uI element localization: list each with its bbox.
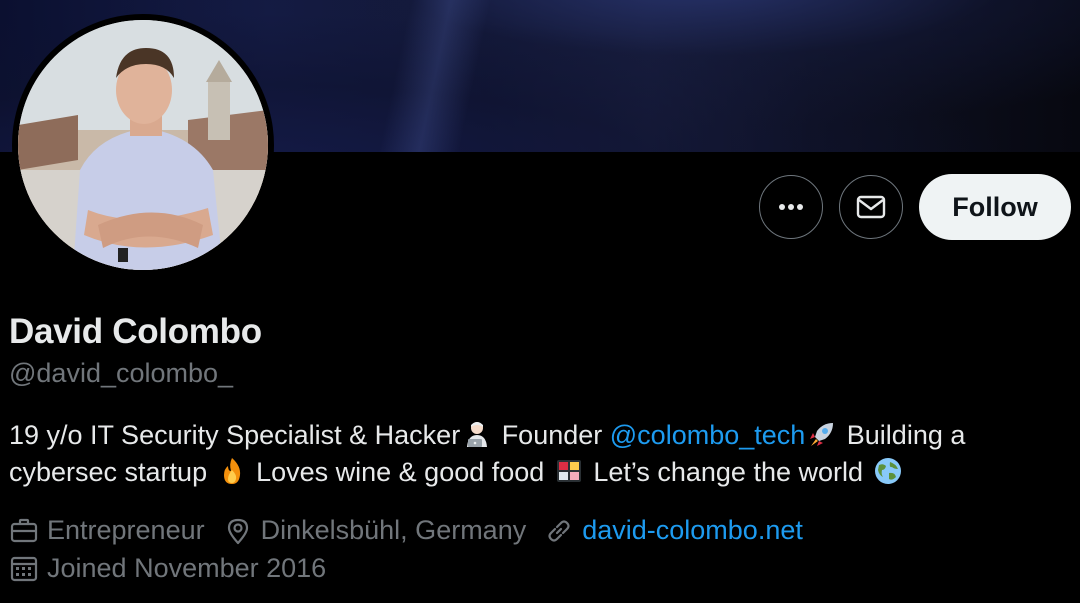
briefcase-icon <box>10 518 38 542</box>
website-item: david-colombo.net <box>544 515 803 546</box>
bento-box-emoji-icon <box>556 460 581 482</box>
profile-bio: 19 y/o IT Security Specialist & Hacker F… <box>9 417 1069 491</box>
avatar-illustration <box>18 20 268 270</box>
profile-handle: @david_colombo_ <box>9 358 234 388</box>
avatar-photo <box>18 20 268 270</box>
profile-actions: Follow <box>759 174 1071 240</box>
more-button[interactable] <box>759 175 823 239</box>
rocket-emoji-icon <box>810 423 834 446</box>
profile-name: David Colombo <box>9 312 262 351</box>
link-icon <box>548 519 570 542</box>
website-link[interactable]: david-colombo.net <box>582 515 803 546</box>
bio-text-4: Loves wine & good food <box>248 457 552 487</box>
profile-meta-row: Entrepreneur Dinkelsbühl, Germany david-… <box>9 515 821 546</box>
profession-text: Entrepreneur <box>47 515 205 545</box>
location-pin-icon <box>227 518 248 544</box>
more-horizontal-icon <box>779 204 803 210</box>
bio-text-2: Founder <box>494 420 610 450</box>
profile-page: Follow David Colombo @david_colombo_ 19 … <box>0 0 1080 603</box>
message-button[interactable] <box>839 175 903 239</box>
globe-emoji-icon <box>874 458 901 484</box>
technologist-emoji-icon <box>467 422 488 447</box>
bio-mention-link[interactable]: @colombo_tech <box>610 420 806 450</box>
bio-text-5: Let’s change the world <box>585 457 871 487</box>
follow-button[interactable]: Follow <box>919 174 1071 240</box>
profession-item: Entrepreneur <box>9 515 205 546</box>
bio-text-1: 19 y/o IT Security Specialist & Hacker <box>9 420 461 450</box>
avatar[interactable] <box>12 14 274 276</box>
joined-text: Joined November 2016 <box>47 553 327 583</box>
joined-item: Joined November 2016 <box>9 553 326 584</box>
location-item: Dinkelsbühl, Germany <box>223 515 527 546</box>
fire-emoji-icon <box>223 458 240 484</box>
banner-light-streak <box>378 0 492 152</box>
envelope-icon <box>856 195 886 219</box>
profile-joined-row: Joined November 2016 <box>9 553 344 584</box>
location-text: Dinkelsbühl, Germany <box>260 515 527 545</box>
calendar-icon <box>10 556 38 581</box>
